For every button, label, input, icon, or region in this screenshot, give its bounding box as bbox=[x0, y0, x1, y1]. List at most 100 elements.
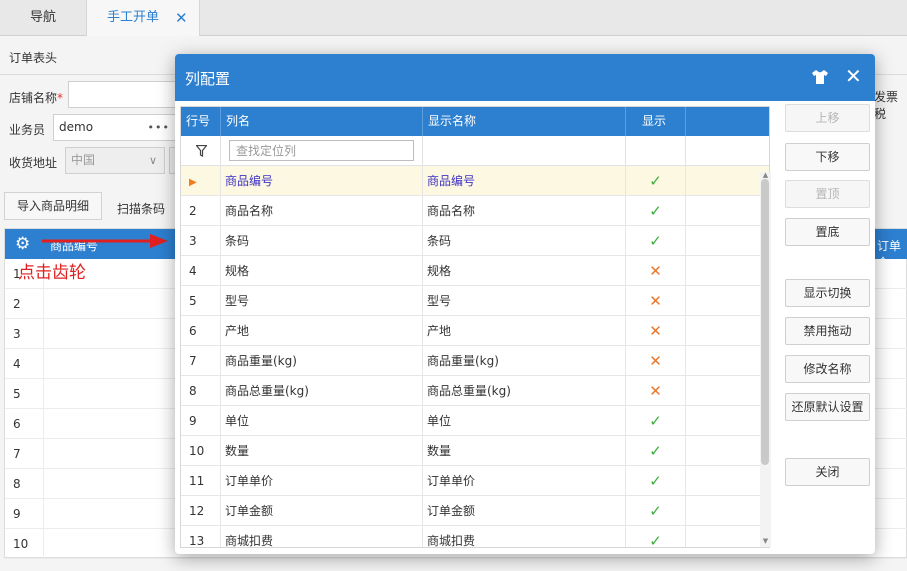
table-row[interactable]: 3 条码 条码 ✓ bbox=[181, 226, 769, 256]
display-name-cell[interactable]: 商品总重量(kg) bbox=[423, 376, 626, 406]
move-down-button[interactable]: 下移 bbox=[785, 143, 870, 171]
column-name-cell[interactable]: 条码 bbox=[221, 226, 423, 256]
restore-default-button[interactable]: 还原默认设置 bbox=[785, 393, 870, 421]
display-name-cell[interactable]: 订单单价 bbox=[423, 466, 626, 496]
filler-cell bbox=[686, 226, 769, 256]
scan-barcode-button[interactable]: 扫描条码 bbox=[117, 200, 165, 217]
filler-cell bbox=[686, 496, 769, 526]
table-row[interactable]: 13 商城扣费 商城扣费 ✓ bbox=[181, 526, 769, 547]
filter-cell-show bbox=[626, 136, 686, 166]
table-row[interactable]: 5 型号 型号 ✕ bbox=[181, 286, 769, 316]
cell-divider bbox=[43, 499, 44, 529]
filler-cell bbox=[686, 196, 769, 226]
cross-icon[interactable]: ✕ bbox=[626, 346, 686, 376]
cross-icon[interactable]: ✕ bbox=[626, 286, 686, 316]
column-name-cell[interactable]: 商城扣费 bbox=[221, 526, 423, 547]
store-input[interactable] bbox=[68, 81, 180, 108]
skin-shirt-icon[interactable] bbox=[811, 69, 829, 85]
display-name-cell[interactable]: 订单金额 bbox=[423, 496, 626, 526]
salesperson-field[interactable]: demo ••• bbox=[53, 114, 177, 141]
check-icon[interactable]: ✓ bbox=[626, 406, 686, 436]
table-row[interactable]: 4 规格 规格 ✕ bbox=[181, 256, 769, 286]
column-name-cell[interactable]: 型号 bbox=[221, 286, 423, 316]
move-to-bottom-button[interactable]: 置底 bbox=[785, 218, 870, 246]
display-name-cell[interactable]: 数量 bbox=[423, 436, 626, 466]
check-icon[interactable]: ✓ bbox=[626, 526, 686, 547]
table-row[interactable]: 2 商品名称 商品名称 ✓ bbox=[181, 196, 769, 226]
disable-drag-button[interactable]: 禁用拖动 bbox=[785, 317, 870, 345]
check-icon[interactable]: ✓ bbox=[626, 466, 686, 496]
display-name-cell[interactable]: 规格 bbox=[423, 256, 626, 286]
close-button[interactable]: 关闭 bbox=[785, 458, 870, 486]
column-name-cell[interactable]: 商品编号 bbox=[221, 166, 423, 196]
column-name-cell[interactable]: 商品名称 bbox=[221, 196, 423, 226]
filler-cell bbox=[686, 346, 769, 376]
display-name-cell[interactable]: 商城扣费 bbox=[423, 526, 626, 547]
display-name-cell[interactable]: 产地 bbox=[423, 316, 626, 346]
row-number: 10 bbox=[13, 537, 29, 551]
tab-navigation[interactable]: 导航 bbox=[0, 0, 86, 36]
move-to-top-button[interactable]: 置顶 bbox=[785, 180, 870, 208]
dialog-title: 列配置 bbox=[185, 70, 231, 88]
column-name-cell[interactable]: 产地 bbox=[221, 316, 423, 346]
filler-cell bbox=[686, 256, 769, 286]
tab-close-icon[interactable]: ✕ bbox=[175, 0, 188, 36]
check-icon[interactable]: ✓ bbox=[626, 436, 686, 466]
column-name-cell[interactable]: 数量 bbox=[221, 436, 423, 466]
column-name-cell[interactable]: 订单金额 bbox=[221, 496, 423, 526]
rename-button[interactable]: 修改名称 bbox=[785, 355, 870, 383]
column-name-cell[interactable]: 单位 bbox=[221, 406, 423, 436]
annotation-text: 点击齿轮 bbox=[18, 263, 86, 283]
more-icon[interactable]: ••• bbox=[148, 115, 170, 140]
table-row[interactable]: ▶ 商品编号 商品编号 ✓ bbox=[181, 166, 769, 196]
row-index: 3 bbox=[181, 226, 221, 256]
display-name-cell[interactable]: 商品名称 bbox=[423, 196, 626, 226]
salesperson-value: demo bbox=[59, 120, 94, 134]
display-name-cell[interactable]: 条码 bbox=[423, 226, 626, 256]
column-name-cell[interactable]: 规格 bbox=[221, 256, 423, 286]
store-label-text: 店铺名称 bbox=[9, 91, 58, 105]
check-icon[interactable]: ✓ bbox=[626, 496, 686, 526]
column-name-cell[interactable]: 商品重量(kg) bbox=[221, 346, 423, 376]
display-name-cell[interactable]: 商品重量(kg) bbox=[423, 346, 626, 376]
address-country-select[interactable]: 中国 ∨ bbox=[65, 147, 165, 174]
tab-manual-order[interactable]: 手工开单 ✕ bbox=[86, 0, 200, 36]
move-up-button[interactable]: 上移 bbox=[785, 104, 870, 132]
cell-divider bbox=[43, 289, 44, 319]
address-label: 收货地址 bbox=[9, 156, 58, 170]
table-row[interactable]: 11 订单单价 订单单价 ✓ bbox=[181, 466, 769, 496]
table-row[interactable]: 7 商品重量(kg) 商品重量(kg) ✕ bbox=[181, 346, 769, 376]
table-row[interactable]: 10 数量 数量 ✓ bbox=[181, 436, 769, 466]
grid-rows: ▶ 商品编号 商品编号 ✓ 2 商品名称 商品名称 ✓ 3 条码 条码 ✓ 4 规格 规格 ✕ 5 型号 型号 ✕ 6 产… bbox=[181, 166, 769, 547]
gear-icon[interactable]: ⚙ bbox=[15, 234, 30, 254]
row-index: 7 bbox=[181, 346, 221, 376]
check-icon[interactable]: ✓ bbox=[626, 196, 686, 226]
table-row[interactable]: 12 订单金额 订单金额 ✓ bbox=[181, 496, 769, 526]
scroll-down-icon[interactable]: ▼ bbox=[760, 537, 771, 545]
header-show: 显示 bbox=[626, 107, 686, 136]
scrollbar-thumb[interactable] bbox=[761, 179, 769, 465]
table-row[interactable]: 9 单位 单位 ✓ bbox=[181, 406, 769, 436]
scroll-up-icon[interactable]: ▲ bbox=[760, 171, 771, 179]
cross-icon[interactable]: ✕ bbox=[626, 256, 686, 286]
toggle-show-button[interactable]: 显示切换 bbox=[785, 279, 870, 307]
check-icon[interactable]: ✓ bbox=[626, 226, 686, 256]
table-row[interactable]: 6 产地 产地 ✕ bbox=[181, 316, 769, 346]
search-input[interactable] bbox=[229, 140, 414, 161]
display-name-cell[interactable]: 商品编号 bbox=[423, 166, 626, 196]
filter-icon[interactable] bbox=[196, 145, 207, 157]
table-row[interactable]: 8 商品总重量(kg) 商品总重量(kg) ✕ bbox=[181, 376, 769, 406]
display-name-cell[interactable]: 单位 bbox=[423, 406, 626, 436]
check-icon[interactable]: ✓ bbox=[626, 166, 686, 196]
cross-icon[interactable]: ✕ bbox=[626, 316, 686, 346]
column-config-dialog: 列配置 ✕ 行号 列名 显示名称 显示 ▶商品编号商品编号✓2商品名称商品 bbox=[175, 54, 875, 554]
display-name-cell[interactable]: 型号 bbox=[423, 286, 626, 316]
close-icon[interactable]: ✕ bbox=[845, 64, 862, 88]
invoice-tax-label: 发票税 bbox=[874, 90, 899, 121]
row-number: 8 bbox=[13, 477, 21, 491]
import-products-button[interactable]: 导入商品明细 bbox=[4, 192, 103, 220]
column-name-cell[interactable]: 商品总重量(kg) bbox=[221, 376, 423, 406]
cross-icon[interactable]: ✕ bbox=[626, 376, 686, 406]
column-name-cell[interactable]: 订单单价 bbox=[221, 466, 423, 496]
cell-divider bbox=[43, 319, 44, 349]
